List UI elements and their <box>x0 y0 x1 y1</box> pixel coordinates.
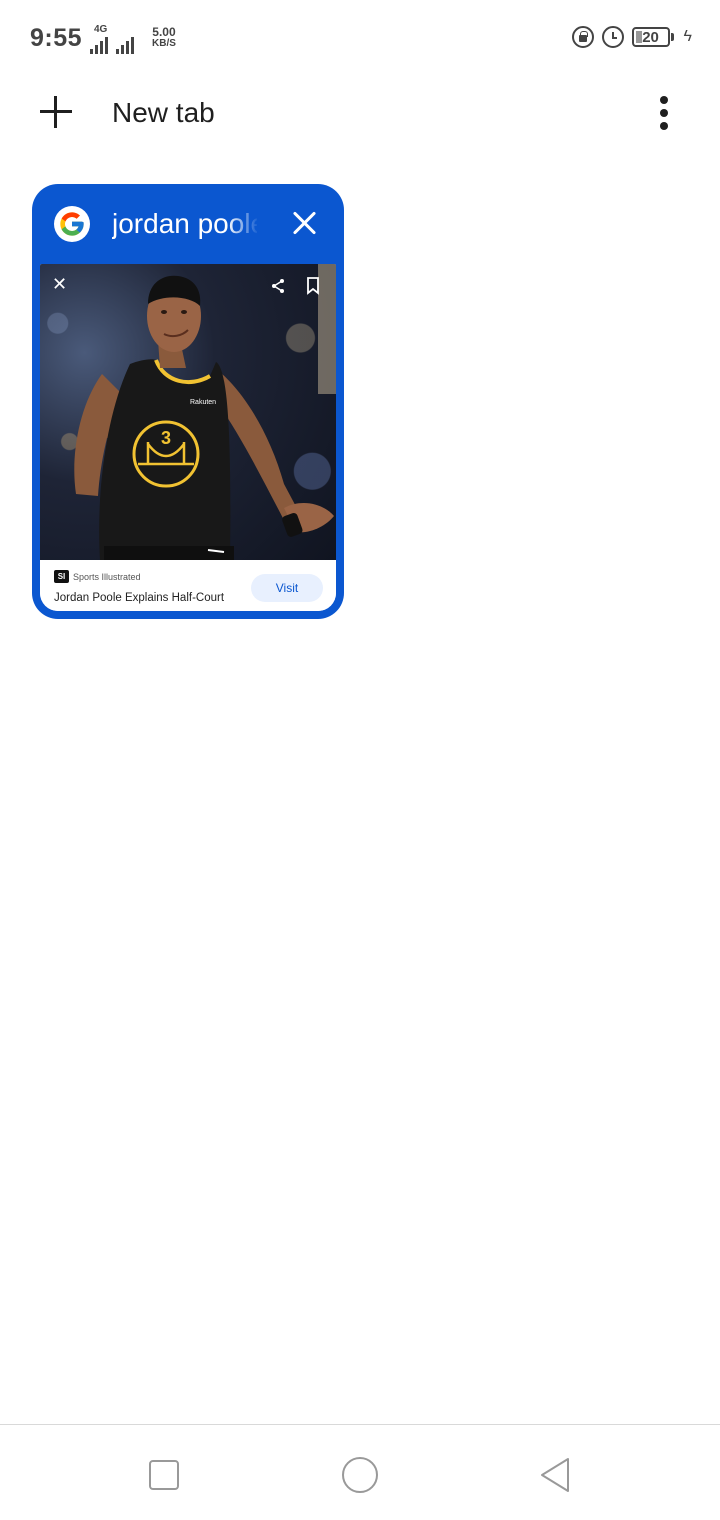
new-tab-button[interactable]: New tab <box>112 97 215 129</box>
signal-icon <box>90 36 108 54</box>
preview-headline: Jordan Poole Explains Half-Court <box>54 592 225 604</box>
status-right-icons: 20 ϟ <box>571 26 692 48</box>
visit-button[interactable]: Visit <box>251 574 323 602</box>
plus-icon[interactable] <box>38 94 74 130</box>
speed-value: 5.00 <box>152 25 176 39</box>
lock-rotation-icon <box>571 26 594 48</box>
preview-source: Sports Illustrated <box>73 572 141 582</box>
preview-footer: SI Sports Illustrated Jordan Poole Expla… <box>40 560 336 611</box>
tab-preview: 3 Rakuten ✕ SI Sports Illustrated Jordan… <box>40 264 336 611</box>
tab-card[interactable]: jordan poole 3 Rakuten ✕ SI Sports Illus… <box>32 184 344 619</box>
close-icon[interactable]: ✕ <box>52 274 67 295</box>
bookmark-icon[interactable] <box>306 277 320 295</box>
si-logo: SI <box>54 570 69 583</box>
battery-level: 20 <box>642 28 659 46</box>
battery-icon: 20 <box>631 27 674 47</box>
signal-indicators: 4G <box>90 24 134 54</box>
share-icon[interactable] <box>270 278 286 294</box>
close-tab-icon[interactable] <box>290 208 320 238</box>
tab-switcher-toolbar: New tab <box>0 76 720 152</box>
home-circle-icon[interactable] <box>338 1453 382 1497</box>
jersey-sponsor: Rakuten <box>190 399 216 406</box>
system-nav-bar <box>0 1425 720 1520</box>
google-icon <box>54 206 90 242</box>
back-triangle-icon[interactable] <box>534 1453 578 1497</box>
jersey-number: 3 <box>161 428 171 448</box>
status-bar: 9:55 4G 5.00 KB/S 20 ϟ <box>0 0 720 76</box>
recents-square-icon[interactable] <box>142 1453 186 1497</box>
player-photo: 3 Rakuten ✕ <box>40 264 336 560</box>
network-speed: 5.00 KB/S <box>152 26 176 50</box>
more-vert-icon[interactable] <box>652 94 676 132</box>
network-type-label: 4G <box>94 24 108 35</box>
status-time: 9:55 <box>30 24 83 52</box>
signal-icon-2 <box>116 36 134 54</box>
charging-icon: ϟ <box>683 28 692 45</box>
alarm-icon <box>601 26 624 48</box>
speed-unit: KB/S <box>152 38 176 49</box>
